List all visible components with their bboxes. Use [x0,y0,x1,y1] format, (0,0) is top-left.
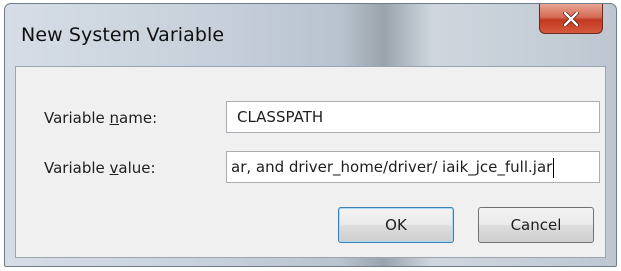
ok-button[interactable]: OK [338,207,454,243]
variable-value-field[interactable]: ar, and driver_home/driver/ iaik_jce_ful… [226,151,600,183]
close-button[interactable] [539,4,603,34]
dialog-title: New System Variable [21,24,225,46]
dialog-body: Variable name: CLASSPATH Variable value:… [15,66,606,258]
variable-value-value: ar, and driver_home/driver/ iaik_jce_ful… [231,158,553,176]
variable-name-field[interactable]: CLASSPATH [226,101,600,133]
title-bar[interactable]: New System Variable [5,4,616,66]
text-caret [553,157,555,178]
close-icon [563,11,579,26]
variable-value-label: Variable value: [44,159,156,177]
variable-name-label: Variable name: [44,109,158,127]
cancel-button[interactable]: Cancel [478,207,594,243]
dialog-window: New System Variable Variable name: CLASS… [4,3,617,267]
variable-name-value: CLASSPATH [237,108,324,126]
